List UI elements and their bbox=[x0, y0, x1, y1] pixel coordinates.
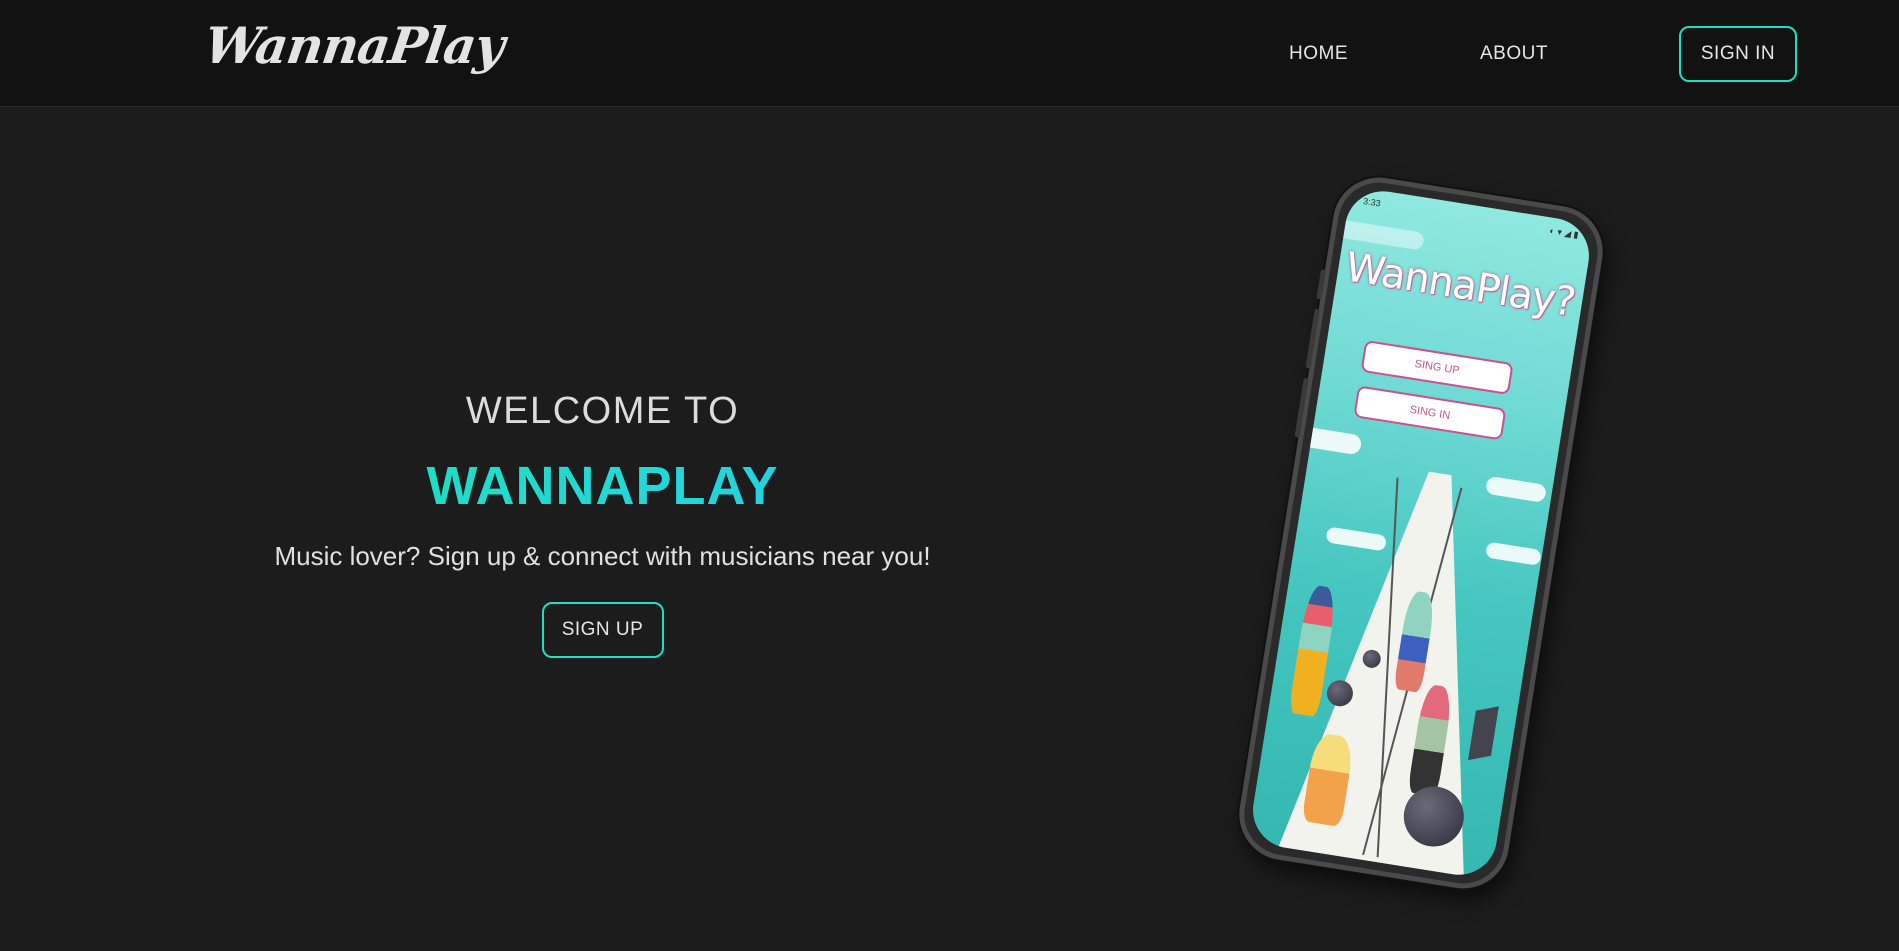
navbar: WannaPlay HOME ABOUT SIGN IN bbox=[0, 0, 1899, 107]
app-sign-up-button: SING UP bbox=[1360, 339, 1514, 396]
nav-link-home[interactable]: HOME bbox=[1289, 43, 1348, 65]
cloud bbox=[1484, 475, 1548, 503]
logo[interactable]: WannaPlay bbox=[201, 16, 508, 75]
phone-mockup: 3:33 ◐ ▾ ◢ ▮ WannaPlay? SING UP SING IN bbox=[1232, 170, 1610, 896]
cloud bbox=[1290, 424, 1363, 456]
app-sign-in-button: SING IN bbox=[1353, 385, 1507, 441]
music-note bbox=[1468, 706, 1499, 761]
welcome-heading: WELCOME TO bbox=[465, 390, 740, 432]
tagline: Music lover? Sign up & connect with musi… bbox=[274, 541, 931, 571]
sign-in-button[interactable]: SIGN IN bbox=[1679, 26, 1797, 82]
phone-volume-down bbox=[1305, 308, 1320, 369]
cloud bbox=[1484, 541, 1542, 566]
phone-power-button bbox=[1294, 377, 1309, 438]
status-time: 3:33 bbox=[1362, 195, 1382, 209]
phone-volume-up bbox=[1316, 269, 1326, 300]
cloud bbox=[1325, 526, 1388, 552]
status-icons: ◐ ▾ ◢ ▮ bbox=[1548, 225, 1580, 240]
nav-link-about[interactable]: ABOUT bbox=[1480, 43, 1548, 65]
brand-heading: WANNAPLAY bbox=[180, 455, 1025, 517]
sign-up-button[interactable]: SIGN UP bbox=[541, 602, 664, 658]
app-title: WannaPlay? bbox=[1342, 244, 1579, 326]
phone-screen: 3:33 ◐ ▾ ◢ ▮ WannaPlay? SING UP SING IN bbox=[1247, 185, 1595, 881]
hero-section: WELCOME TO WANNAPLAY Music lover? Sign u… bbox=[180, 390, 1025, 658]
